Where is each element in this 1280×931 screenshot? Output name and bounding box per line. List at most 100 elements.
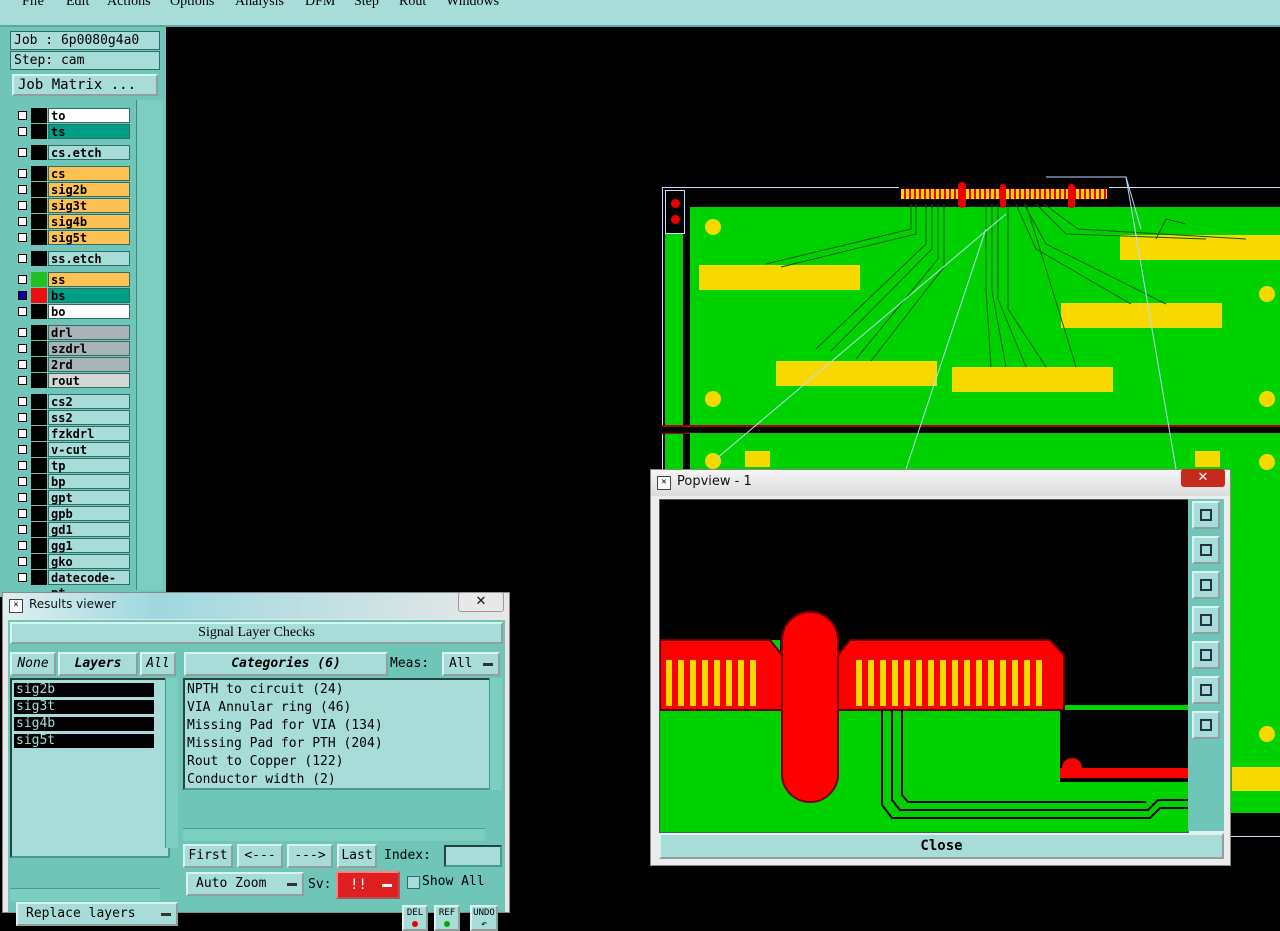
layer-row[interactable]: rout — [14, 373, 132, 388]
layer-row[interactable]: tp — [14, 458, 132, 473]
layer-row[interactable]: gd1 — [14, 522, 132, 537]
popview-canvas[interactable] — [659, 499, 1189, 833]
menu-options[interactable]: Options — [170, 0, 214, 10]
layer-list-scrollbar[interactable] — [165, 678, 178, 848]
layer-checkbox[interactable] — [18, 291, 27, 300]
replace-layers-select[interactable]: Replace layers — [16, 902, 178, 926]
zoom-fit-icon[interactable] — [1192, 676, 1220, 704]
layer-name[interactable]: drl — [48, 325, 130, 340]
layer-name[interactable]: ts — [48, 124, 130, 139]
category-item[interactable]: NPTH to circuit (24) — [187, 681, 489, 698]
layer-name[interactable]: rout — [48, 373, 130, 388]
layer-checkbox[interactable] — [18, 217, 27, 226]
layer-checkbox[interactable] — [18, 445, 27, 454]
layer-checkbox[interactable] — [18, 376, 27, 385]
layer-name[interactable]: cs.etch — [48, 145, 130, 160]
layer-name[interactable]: bs — [48, 288, 130, 303]
layer-checkbox[interactable] — [18, 461, 27, 470]
menu-actions[interactable]: Actions — [107, 0, 151, 10]
layer-checkbox[interactable] — [18, 344, 27, 353]
category-item[interactable]: Conductor width (2) — [187, 771, 489, 788]
layer-row[interactable]: v-cut — [14, 442, 132, 457]
prev-button[interactable]: <--- — [237, 844, 283, 868]
layer-row[interactable]: bo — [14, 304, 132, 319]
result-layer-item[interactable]: sig2b — [14, 683, 154, 697]
layer-name[interactable]: ss — [48, 272, 130, 287]
layer-checkbox[interactable] — [18, 429, 27, 438]
layer-row[interactable]: to — [14, 108, 132, 123]
layer-name[interactable]: gko — [48, 554, 130, 569]
layer-checkbox[interactable] — [18, 477, 27, 486]
layer-name[interactable]: ss.etch — [48, 251, 130, 266]
layer-row[interactable]: fzkdrl — [14, 426, 132, 441]
menu-dfm[interactable]: DFM — [305, 0, 335, 10]
layer-row[interactable]: cs.etch — [14, 145, 132, 160]
layer-checkbox[interactable] — [18, 573, 27, 582]
layer-row[interactable]: sig2b — [14, 182, 132, 197]
layer-checkbox[interactable] — [18, 509, 27, 518]
layer-row[interactable]: cs2 — [14, 394, 132, 409]
reference-button[interactable]: REF — [434, 905, 460, 931]
layer-scrollbar[interactable] — [136, 100, 163, 590]
layer-name[interactable]: tp — [48, 458, 130, 473]
layer-name[interactable]: gpb — [48, 506, 130, 521]
layer-name[interactable]: v-cut — [48, 442, 130, 457]
popview-close-button[interactable]: Close — [659, 833, 1224, 859]
select-none-button[interactable]: None — [10, 652, 56, 676]
layer-checkbox[interactable] — [18, 413, 27, 422]
layer-row[interactable]: bs — [14, 288, 132, 303]
layer-name[interactable]: sig4b — [48, 214, 130, 229]
layer-checkbox[interactable] — [18, 127, 27, 136]
auto-zoom-select[interactable]: Auto Zoom — [186, 872, 304, 896]
menu-windows[interactable]: Windows — [446, 0, 499, 10]
layer-row[interactable]: sig3t — [14, 198, 132, 213]
layer-row[interactable]: datecode-pt — [14, 570, 132, 600]
layer-row[interactable]: 2rd — [14, 357, 132, 372]
layer-name[interactable]: cs2 — [48, 394, 130, 409]
menu-edit[interactable]: Edit — [66, 0, 89, 10]
category-item[interactable]: Missing Pad for PTH (204) — [187, 735, 489, 752]
job-matrix-button[interactable]: Job Matrix ... — [12, 74, 158, 96]
layer-list-hscrollbar[interactable] — [10, 888, 160, 901]
index-input[interactable] — [444, 845, 502, 867]
delete-result-button[interactable]: DEL — [402, 905, 428, 931]
category-item[interactable]: Missing Pad for VIA (134) — [187, 717, 489, 734]
layer-checkbox[interactable] — [18, 233, 27, 242]
layer-row[interactable]: ss — [14, 272, 132, 287]
menu-rout[interactable]: Rout — [399, 0, 426, 10]
layer-checkbox[interactable] — [18, 201, 27, 210]
layer-name[interactable]: sig2b — [48, 182, 130, 197]
layer-checkbox[interactable] — [18, 525, 27, 534]
layer-row[interactable]: bp — [14, 474, 132, 489]
layer-name[interactable]: ss2 — [48, 410, 130, 425]
layer-name[interactable]: cs — [48, 166, 130, 181]
layer-name[interactable]: bp — [48, 474, 130, 489]
meas-select[interactable]: All — [442, 652, 500, 676]
category-hscrollbar[interactable] — [183, 828, 485, 841]
pan-down-icon[interactable] — [1192, 571, 1220, 599]
layer-checkbox[interactable] — [18, 169, 27, 178]
layer-name[interactable]: sig3t — [48, 198, 130, 213]
menu-file[interactable]: File — [22, 0, 44, 10]
pan-up-icon[interactable] — [1192, 536, 1220, 564]
layer-checkbox[interactable] — [18, 185, 27, 194]
layer-checkbox[interactable] — [18, 328, 27, 337]
menu-analysis[interactable]: Analysis — [235, 0, 284, 10]
category-list[interactable]: NPTH to circuit (24) VIA Annular ring (46… — [183, 678, 491, 790]
layer-name[interactable]: gpt — [48, 490, 130, 505]
layer-checkbox[interactable] — [18, 557, 27, 566]
layer-row[interactable]: drl — [14, 325, 132, 340]
layer-row[interactable]: sig5t — [14, 230, 132, 245]
layer-name[interactable]: bo — [48, 304, 130, 319]
result-layer-item[interactable]: sig5t — [14, 734, 154, 748]
result-layer-item[interactable]: sig4b — [14, 717, 154, 731]
zoom-home-icon[interactable] — [1192, 501, 1220, 529]
layer-checkbox[interactable] — [18, 254, 27, 263]
layer-checkbox[interactable] — [18, 397, 27, 406]
popview-close-icon[interactable]: ✕ — [1181, 469, 1225, 487]
layer-name[interactable]: szdrl — [48, 341, 130, 356]
layers-button[interactable]: Layers — [58, 652, 138, 676]
pan-left-icon[interactable] — [1192, 606, 1220, 634]
undo-button[interactable]: UNDO ↶ — [470, 905, 498, 931]
layer-results-list[interactable]: sig2b sig3t sig4b sig5t — [10, 678, 170, 858]
